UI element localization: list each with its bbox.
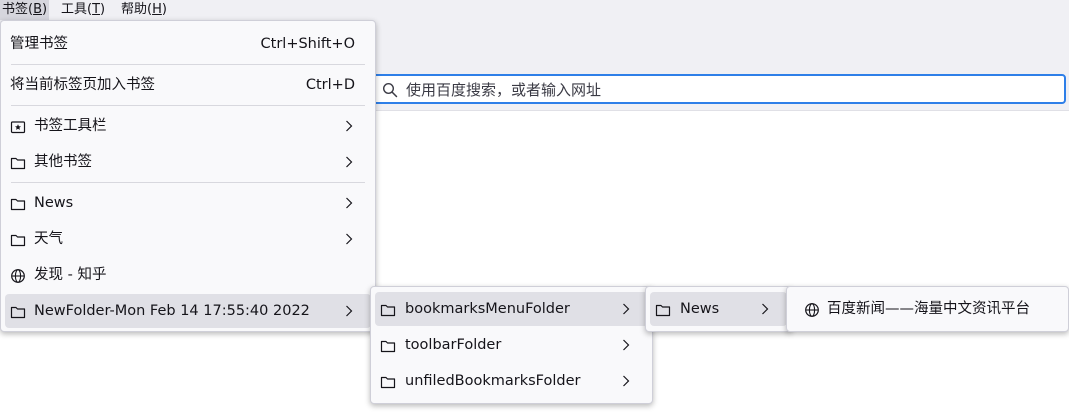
menubar-tools-suffix: )	[100, 2, 106, 17]
chevron-right-icon	[623, 339, 630, 351]
news-folder[interactable]: News	[5, 186, 371, 220]
manage-bookmarks-item[interactable]: 管理书签 Ctrl+Shift+O	[5, 27, 371, 61]
folder-icon	[10, 306, 26, 319]
search-icon	[382, 82, 398, 98]
manage-bookmarks-label: 管理书签	[10, 36, 68, 52]
toolbar-folder-label: toolbarFolder	[405, 337, 502, 353]
manage-bookmarks-shortcut: Ctrl+Shift+O	[260, 36, 355, 52]
chevron-right-icon	[623, 303, 630, 315]
folder-icon	[380, 304, 396, 317]
chevron-right-icon	[346, 233, 353, 245]
unfiled-bookmarks-folder[interactable]: unfiledBookmarksFolder	[375, 364, 648, 398]
news-subfolder-label: News	[680, 301, 720, 317]
newfolder-label: NewFolder-Mon Feb 14 17:55:40 2022	[34, 303, 310, 319]
folder-icon	[10, 157, 26, 170]
news-folder-label: News	[34, 195, 74, 211]
newfolder-folder[interactable]: NewFolder-Mon Feb 14 17:55:40 2022	[5, 294, 371, 328]
menubar-bookmarks-label: 书签(	[2, 2, 34, 17]
bookmark-current-tab-item[interactable]: 将当前标签页加入书签 Ctrl+D	[5, 68, 371, 102]
baidu-news-bookmark[interactable]: 百度新闻——海量中文资讯平台	[791, 292, 1064, 326]
chevron-right-icon	[346, 197, 353, 209]
chevron-right-icon	[346, 120, 353, 132]
folder-icon	[10, 198, 26, 211]
bookmarks-toolbar-label: 书签工具栏	[34, 118, 107, 134]
menubar-bookmarks[interactable]: 书签(B)	[0, 0, 50, 20]
globe-icon	[805, 303, 819, 317]
url-bar[interactable]: 使用百度搜索，或者输入网址	[360, 74, 1066, 104]
url-bar-placeholder: 使用百度搜索，或者输入网址	[406, 81, 602, 99]
weather-folder-label: 天气	[34, 231, 63, 247]
folder-icon	[655, 304, 671, 317]
chevron-right-icon	[623, 375, 630, 387]
globe-icon	[11, 269, 25, 283]
bookmarks-toolbar-folder[interactable]: 书签工具栏	[5, 109, 371, 143]
chevron-right-icon	[762, 303, 769, 315]
other-bookmarks-label: 其他书签	[34, 154, 92, 170]
unfiled-bookmarks-folder-label: unfiledBookmarksFolder	[405, 373, 581, 389]
chevron-right-icon	[346, 305, 353, 317]
menu-bar: 书签(B) 工具(T) 帮助(H)	[0, 0, 1069, 20]
menubar-help-suffix: )	[161, 2, 167, 17]
bookmarks-menu-folder-label: bookmarksMenuFolder	[405, 301, 570, 317]
bookmarks-menu: 管理书签 Ctrl+Shift+O 将当前标签页加入书签 Ctrl+D 书签工具…	[0, 20, 376, 332]
newfolder-submenu: bookmarksMenuFolder toolbarFolder unfile…	[370, 286, 653, 404]
menubar-help-label: 帮助(	[121, 2, 153, 17]
bookmarks-menu-folder-submenu: News	[645, 286, 792, 332]
bookmarks-toolbar-icon	[10, 121, 26, 134]
folder-icon	[10, 234, 26, 247]
menu-separator	[11, 105, 365, 106]
menubar-bookmarks-accesskey: B	[33, 2, 42, 17]
menubar-tools[interactable]: 工具(T)	[59, 0, 107, 20]
menu-separator	[11, 64, 365, 65]
weather-folder[interactable]: 天气	[5, 222, 371, 256]
chevron-right-icon	[346, 156, 353, 168]
other-bookmarks-folder[interactable]: 其他书签	[5, 145, 371, 179]
toolbar-folder[interactable]: toolbarFolder	[375, 328, 648, 362]
menubar-tools-label: 工具(	[61, 2, 93, 17]
menubar-bookmarks-suffix: )	[42, 2, 48, 17]
menubar-tools-accesskey: T	[92, 2, 101, 17]
folder-icon	[380, 376, 396, 389]
baidu-news-label: 百度新闻——海量中文资讯平台	[827, 301, 1030, 317]
folder-icon	[380, 340, 396, 353]
bookmarks-menu-folder[interactable]: bookmarksMenuFolder	[375, 292, 648, 326]
news-subfolder[interactable]: News	[650, 292, 787, 326]
bookmark-current-tab-shortcut: Ctrl+D	[305, 77, 355, 93]
news-submenu: 百度新闻——海量中文资讯平台	[786, 286, 1069, 332]
bookmark-current-tab-label: 将当前标签页加入书签	[10, 77, 155, 93]
zhihu-bookmark-label: 发现 - 知乎	[34, 267, 107, 283]
menubar-help-accesskey: H	[152, 2, 162, 17]
menubar-help[interactable]: 帮助(H)	[119, 0, 169, 20]
zhihu-bookmark[interactable]: 发现 - 知乎	[5, 258, 371, 292]
menu-separator	[11, 182, 365, 183]
